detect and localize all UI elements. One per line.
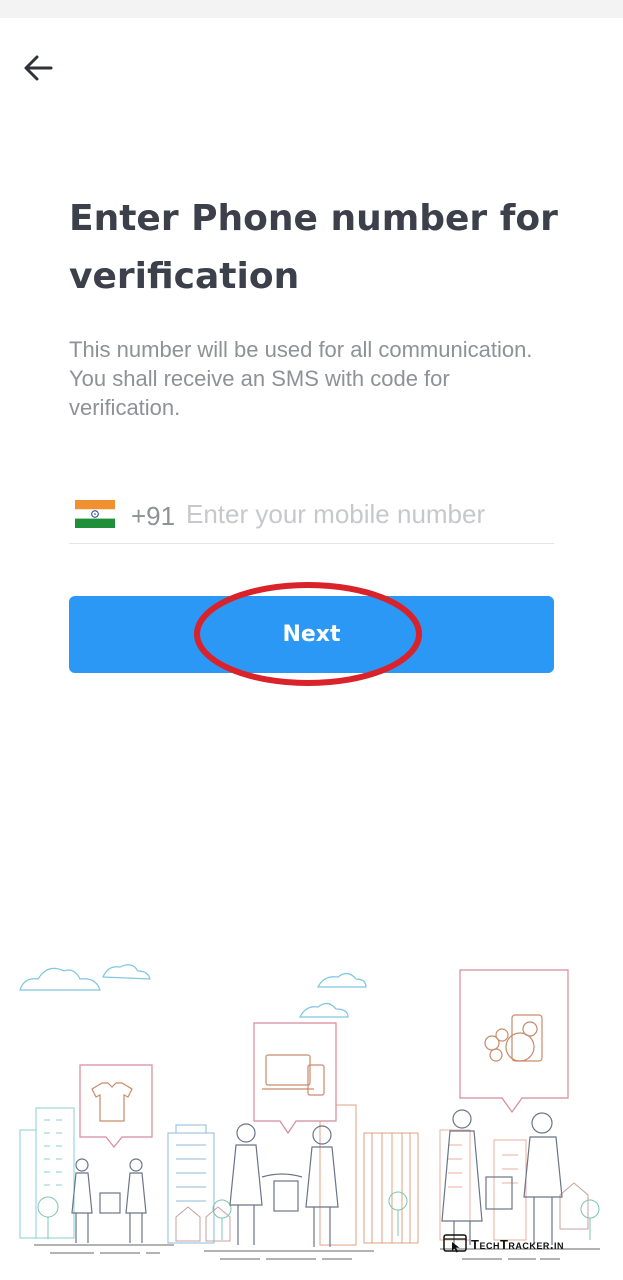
mobile-number-input[interactable] <box>186 494 551 534</box>
page-title: Enter Phone number for verification <box>69 198 558 297</box>
country-code[interactable]: +91 <box>131 501 175 532</box>
next-button[interactable]: Next <box>69 596 554 673</box>
back-button[interactable] <box>20 50 60 86</box>
phone-field: +91 <box>69 488 554 544</box>
cursor-window-icon <box>443 1234 467 1253</box>
page-subtitle: This number will be used for all communi… <box>69 337 533 420</box>
watermark-text: TechTracker.in <box>471 1237 564 1252</box>
city-illustration <box>19 964 600 1260</box>
status-bar <box>0 0 623 18</box>
arrow-left-icon <box>24 55 53 81</box>
india-flag-icon[interactable] <box>75 500 115 528</box>
